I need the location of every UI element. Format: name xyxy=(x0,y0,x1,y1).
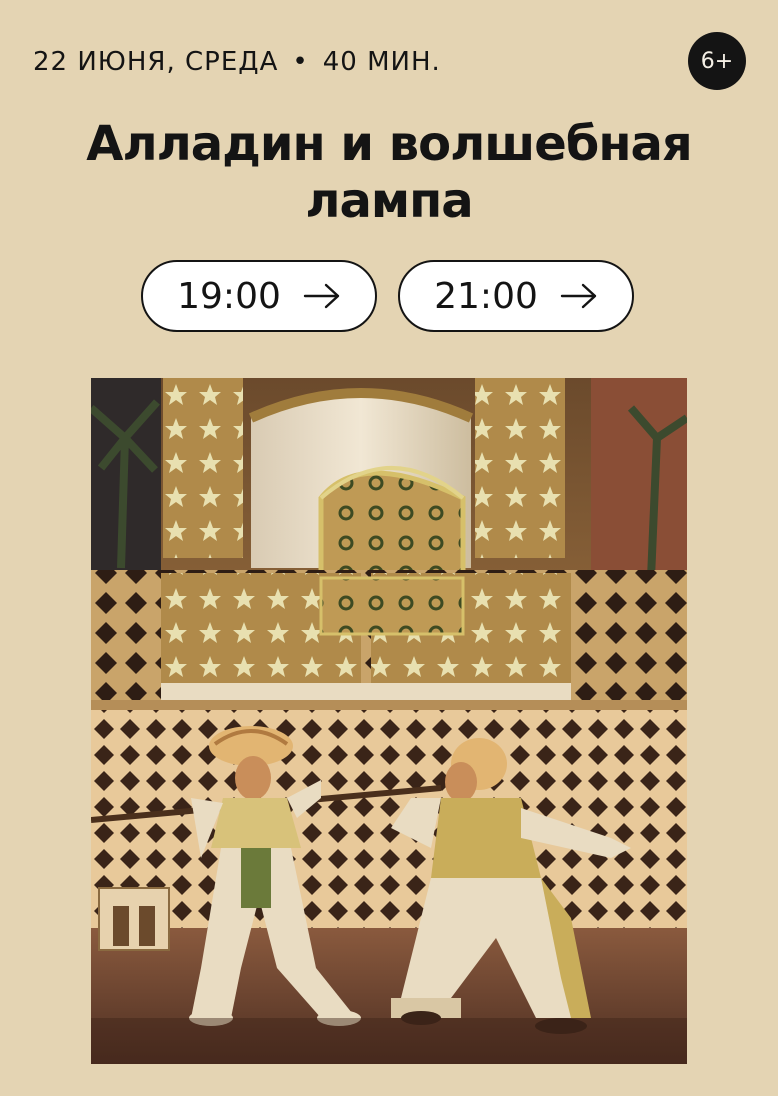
event-photo xyxy=(91,378,687,1064)
showtime-button-1900[interactable]: 19:00 xyxy=(141,260,377,332)
showtime-label: 19:00 xyxy=(177,275,281,317)
showtime-label: 21:00 xyxy=(434,275,538,317)
showtimes: 19:00 21:00 xyxy=(141,260,634,332)
event-title: Алладин и волшебная лампа xyxy=(30,116,748,230)
arrow-right-icon xyxy=(303,283,340,309)
event-meta: 22 ИЮНЯ, СРЕДА • 40 МИН. xyxy=(33,44,441,80)
event-date: 22 ИЮНЯ, СРЕДА xyxy=(33,47,279,77)
meta-separator: • xyxy=(292,47,309,77)
showtime-button-2100[interactable]: 21:00 xyxy=(398,260,634,332)
event-title-line-2: лампа xyxy=(305,173,473,229)
arrow-right-icon xyxy=(560,283,597,309)
event-duration: 40 МИН. xyxy=(322,47,441,77)
age-rating-badge: 6+ xyxy=(688,32,746,90)
event-title-line-1: Алладин и волшебная xyxy=(86,116,692,172)
